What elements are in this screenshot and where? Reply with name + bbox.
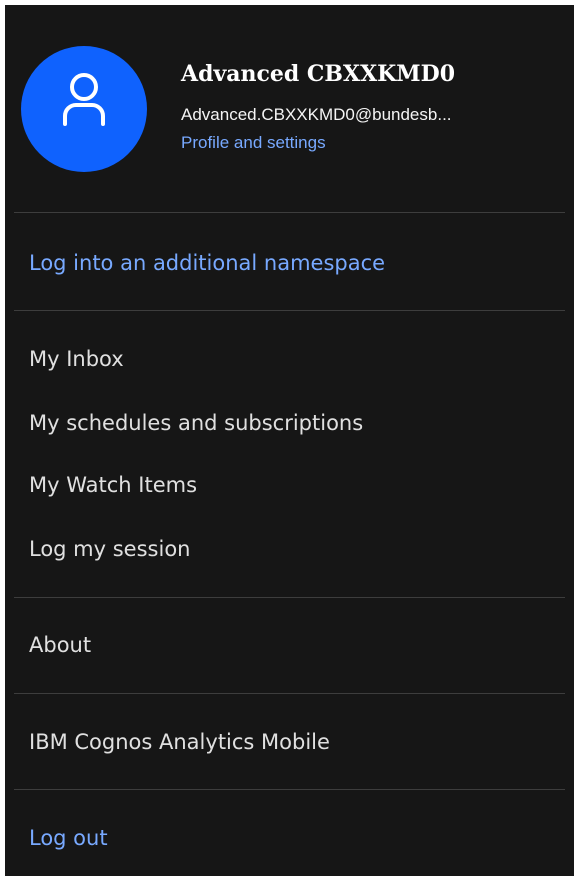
- divider: [14, 597, 565, 598]
- profile-and-settings-link[interactable]: Profile and settings: [181, 133, 326, 153]
- divider: [14, 789, 565, 790]
- user-email: Advanced.CBXXKMD0@bundesb...: [181, 105, 452, 124]
- menu-item-log-session[interactable]: Log my session: [29, 529, 550, 569]
- menu-item-about[interactable]: About: [29, 625, 550, 665]
- user-icon: [63, 73, 105, 126]
- divider: [14, 310, 565, 311]
- menu-item-my-inbox[interactable]: My Inbox: [29, 339, 550, 379]
- log-into-namespace-link[interactable]: Log into an additional namespace: [29, 243, 550, 283]
- account-menu-panel: Advanced CBXXKMD0 Advanced.CBXXKMD0@bund…: [5, 5, 574, 876]
- user-name: Advanced CBXXKMD0: [181, 61, 456, 87]
- avatar: [21, 46, 147, 172]
- divider: [14, 212, 565, 213]
- divider: [14, 693, 565, 694]
- log-out-link[interactable]: Log out: [29, 818, 550, 858]
- menu-item-schedules-subscriptions[interactable]: My schedules and subscriptions: [29, 403, 550, 443]
- menu-item-cognos-mobile[interactable]: IBM Cognos Analytics Mobile: [29, 722, 550, 762]
- profile-section: Advanced CBXXKMD0 Advanced.CBXXKMD0@bund…: [5, 5, 574, 213]
- menu-item-watch-items[interactable]: My Watch Items: [29, 465, 550, 505]
